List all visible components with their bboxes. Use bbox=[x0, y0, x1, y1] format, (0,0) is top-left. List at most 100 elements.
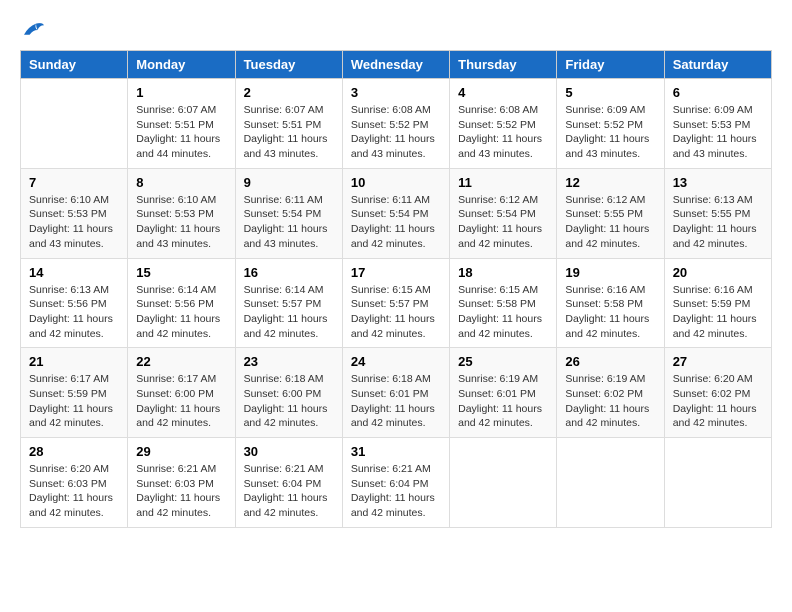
day-number: 4 bbox=[458, 85, 548, 100]
day-info: Sunrise: 6:18 AM Sunset: 6:01 PM Dayligh… bbox=[351, 372, 441, 431]
calendar-week-row: 21 Sunrise: 6:17 AM Sunset: 5:59 PM Dayli… bbox=[21, 348, 772, 438]
day-number: 21 bbox=[29, 354, 119, 369]
day-info: Sunrise: 6:17 AM Sunset: 5:59 PM Dayligh… bbox=[29, 372, 119, 431]
day-info: Sunrise: 6:10 AM Sunset: 5:53 PM Dayligh… bbox=[136, 193, 226, 252]
calendar-cell: 27 Sunrise: 6:20 AM Sunset: 6:02 PM Dayli… bbox=[664, 348, 771, 438]
day-info: Sunrise: 6:14 AM Sunset: 5:56 PM Dayligh… bbox=[136, 283, 226, 342]
calendar-cell: 12 Sunrise: 6:12 AM Sunset: 5:55 PM Dayli… bbox=[557, 168, 664, 258]
day-info: Sunrise: 6:08 AM Sunset: 5:52 PM Dayligh… bbox=[351, 103, 441, 162]
day-info: Sunrise: 6:15 AM Sunset: 5:58 PM Dayligh… bbox=[458, 283, 548, 342]
calendar-week-row: 1 Sunrise: 6:07 AM Sunset: 5:51 PM Daylig… bbox=[21, 79, 772, 169]
day-number: 17 bbox=[351, 265, 441, 280]
day-number: 14 bbox=[29, 265, 119, 280]
day-number: 6 bbox=[673, 85, 763, 100]
weekday-header: Saturday bbox=[664, 51, 771, 79]
day-info: Sunrise: 6:12 AM Sunset: 5:54 PM Dayligh… bbox=[458, 193, 548, 252]
day-number: 23 bbox=[244, 354, 334, 369]
calendar-cell: 23 Sunrise: 6:18 AM Sunset: 6:00 PM Dayli… bbox=[235, 348, 342, 438]
calendar-header-row: SundayMondayTuesdayWednesdayThursdayFrid… bbox=[21, 51, 772, 79]
day-number: 12 bbox=[565, 175, 655, 190]
day-number: 31 bbox=[351, 444, 441, 459]
day-info: Sunrise: 6:16 AM Sunset: 5:58 PM Dayligh… bbox=[565, 283, 655, 342]
calendar-cell: 2 Sunrise: 6:07 AM Sunset: 5:51 PM Daylig… bbox=[235, 79, 342, 169]
day-info: Sunrise: 6:16 AM Sunset: 5:59 PM Dayligh… bbox=[673, 283, 763, 342]
weekday-header: Thursday bbox=[450, 51, 557, 79]
weekday-header: Tuesday bbox=[235, 51, 342, 79]
calendar-cell: 21 Sunrise: 6:17 AM Sunset: 5:59 PM Dayli… bbox=[21, 348, 128, 438]
calendar-cell: 14 Sunrise: 6:13 AM Sunset: 5:56 PM Dayli… bbox=[21, 258, 128, 348]
day-info: Sunrise: 6:14 AM Sunset: 5:57 PM Dayligh… bbox=[244, 283, 334, 342]
calendar-cell: 7 Sunrise: 6:10 AM Sunset: 5:53 PM Daylig… bbox=[21, 168, 128, 258]
day-info: Sunrise: 6:20 AM Sunset: 6:02 PM Dayligh… bbox=[673, 372, 763, 431]
day-info: Sunrise: 6:11 AM Sunset: 5:54 PM Dayligh… bbox=[244, 193, 334, 252]
logo-icon bbox=[20, 20, 44, 40]
calendar-cell bbox=[21, 79, 128, 169]
day-number: 2 bbox=[244, 85, 334, 100]
day-info: Sunrise: 6:13 AM Sunset: 5:56 PM Dayligh… bbox=[29, 283, 119, 342]
day-number: 16 bbox=[244, 265, 334, 280]
weekday-header: Monday bbox=[128, 51, 235, 79]
day-info: Sunrise: 6:11 AM Sunset: 5:54 PM Dayligh… bbox=[351, 193, 441, 252]
weekday-header: Sunday bbox=[21, 51, 128, 79]
day-info: Sunrise: 6:21 AM Sunset: 6:04 PM Dayligh… bbox=[351, 462, 441, 521]
calendar-cell: 3Sunrise: 6:08 AM Sunset: 5:52 PM Daylig… bbox=[342, 79, 449, 169]
page-header bbox=[20, 20, 772, 40]
day-number: 10 bbox=[351, 175, 441, 190]
calendar-table: SundayMondayTuesdayWednesdayThursdayFrid… bbox=[20, 50, 772, 528]
day-number: 27 bbox=[673, 354, 763, 369]
day-number: 30 bbox=[244, 444, 334, 459]
calendar-week-row: 7 Sunrise: 6:10 AM Sunset: 5:53 PM Daylig… bbox=[21, 168, 772, 258]
day-number: 11 bbox=[458, 175, 548, 190]
calendar-cell: 6 Sunrise: 6:09 AM Sunset: 5:53 PM Daylig… bbox=[664, 79, 771, 169]
calendar-week-row: 28 Sunrise: 6:20 AM Sunset: 6:03 PM Dayli… bbox=[21, 438, 772, 528]
calendar-cell: 29 Sunrise: 6:21 AM Sunset: 6:03 PM Dayli… bbox=[128, 438, 235, 528]
day-info: Sunrise: 6:21 AM Sunset: 6:03 PM Dayligh… bbox=[136, 462, 226, 521]
day-info: Sunrise: 6:15 AM Sunset: 5:57 PM Dayligh… bbox=[351, 283, 441, 342]
calendar-cell: 13 Sunrise: 6:13 AM Sunset: 5:55 PM Dayli… bbox=[664, 168, 771, 258]
calendar-cell: 28 Sunrise: 6:20 AM Sunset: 6:03 PM Dayli… bbox=[21, 438, 128, 528]
calendar-cell: 20Sunrise: 6:16 AM Sunset: 5:59 PM Dayli… bbox=[664, 258, 771, 348]
day-number: 8 bbox=[136, 175, 226, 190]
calendar-cell: 16 Sunrise: 6:14 AM Sunset: 5:57 PM Dayli… bbox=[235, 258, 342, 348]
day-number: 15 bbox=[136, 265, 226, 280]
calendar-cell: 19 Sunrise: 6:16 AM Sunset: 5:58 PM Dayli… bbox=[557, 258, 664, 348]
day-number: 5 bbox=[565, 85, 655, 100]
day-info: Sunrise: 6:07 AM Sunset: 5:51 PM Dayligh… bbox=[136, 103, 226, 162]
day-info: Sunrise: 6:09 AM Sunset: 5:52 PM Dayligh… bbox=[565, 103, 655, 162]
day-info: Sunrise: 6:20 AM Sunset: 6:03 PM Dayligh… bbox=[29, 462, 119, 521]
calendar-cell: 10 Sunrise: 6:11 AM Sunset: 5:54 PM Dayli… bbox=[342, 168, 449, 258]
day-info: Sunrise: 6:18 AM Sunset: 6:00 PM Dayligh… bbox=[244, 372, 334, 431]
day-number: 9 bbox=[244, 175, 334, 190]
day-info: Sunrise: 6:10 AM Sunset: 5:53 PM Dayligh… bbox=[29, 193, 119, 252]
calendar-cell: 18 Sunrise: 6:15 AM Sunset: 5:58 PM Dayli… bbox=[450, 258, 557, 348]
day-info: Sunrise: 6:19 AM Sunset: 6:01 PM Dayligh… bbox=[458, 372, 548, 431]
calendar-cell: 5 Sunrise: 6:09 AM Sunset: 5:52 PM Daylig… bbox=[557, 79, 664, 169]
day-number: 22 bbox=[136, 354, 226, 369]
day-number: 7 bbox=[29, 175, 119, 190]
day-number: 29 bbox=[136, 444, 226, 459]
calendar-cell: 17 Sunrise: 6:15 AM Sunset: 5:57 PM Dayli… bbox=[342, 258, 449, 348]
day-number: 19 bbox=[565, 265, 655, 280]
calendar-cell: 8 Sunrise: 6:10 AM Sunset: 5:53 PM Daylig… bbox=[128, 168, 235, 258]
day-number: 1 bbox=[136, 85, 226, 100]
day-info: Sunrise: 6:07 AM Sunset: 5:51 PM Dayligh… bbox=[244, 103, 334, 162]
day-info: Sunrise: 6:13 AM Sunset: 5:55 PM Dayligh… bbox=[673, 193, 763, 252]
day-info: Sunrise: 6:19 AM Sunset: 6:02 PM Dayligh… bbox=[565, 372, 655, 431]
day-info: Sunrise: 6:21 AM Sunset: 6:04 PM Dayligh… bbox=[244, 462, 334, 521]
calendar-cell bbox=[664, 438, 771, 528]
calendar-cell bbox=[557, 438, 664, 528]
calendar-cell: 15 Sunrise: 6:14 AM Sunset: 5:56 PM Dayli… bbox=[128, 258, 235, 348]
day-number: 18 bbox=[458, 265, 548, 280]
weekday-header: Wednesday bbox=[342, 51, 449, 79]
calendar-cell: 1 Sunrise: 6:07 AM Sunset: 5:51 PM Daylig… bbox=[128, 79, 235, 169]
calendar-cell: 24 Sunrise: 6:18 AM Sunset: 6:01 PM Dayli… bbox=[342, 348, 449, 438]
calendar-cell: 31 Sunrise: 6:21 AM Sunset: 6:04 PM Dayli… bbox=[342, 438, 449, 528]
calendar-cell: 25Sunrise: 6:19 AM Sunset: 6:01 PM Dayli… bbox=[450, 348, 557, 438]
day-number: 28 bbox=[29, 444, 119, 459]
day-info: Sunrise: 6:08 AM Sunset: 5:52 PM Dayligh… bbox=[458, 103, 548, 162]
day-info: Sunrise: 6:09 AM Sunset: 5:53 PM Dayligh… bbox=[673, 103, 763, 162]
day-number: 13 bbox=[673, 175, 763, 190]
day-number: 24 bbox=[351, 354, 441, 369]
calendar-cell: 4 Sunrise: 6:08 AM Sunset: 5:52 PM Daylig… bbox=[450, 79, 557, 169]
day-info: Sunrise: 6:12 AM Sunset: 5:55 PM Dayligh… bbox=[565, 193, 655, 252]
